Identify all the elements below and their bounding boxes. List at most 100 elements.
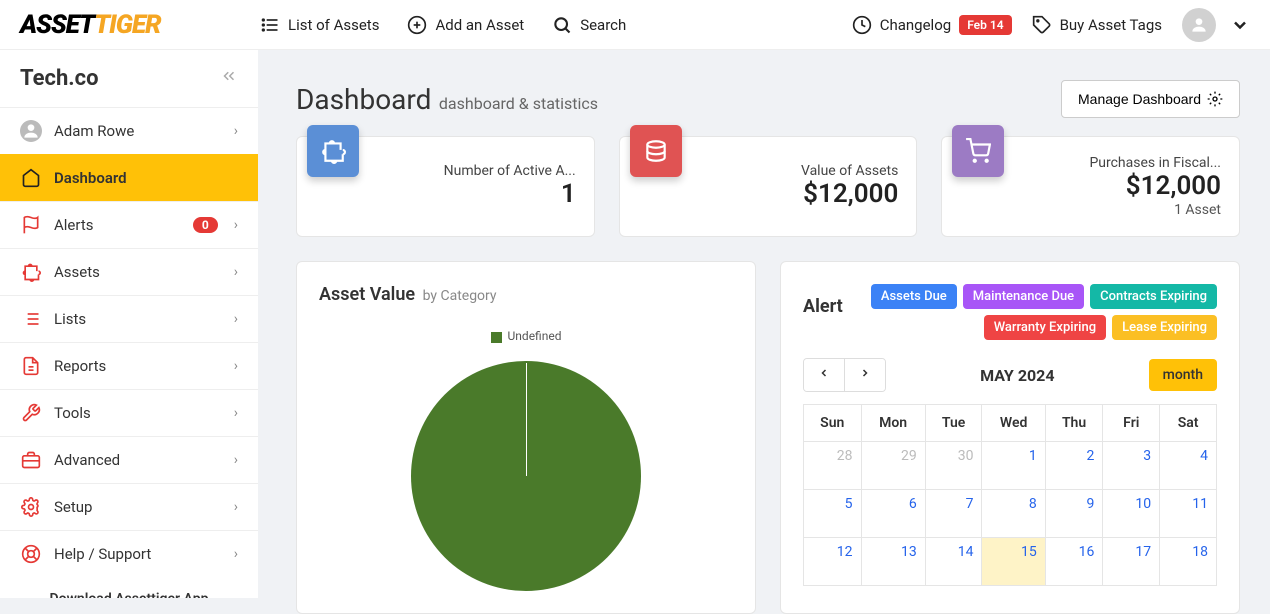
chevron-right-icon: › — [234, 499, 238, 515]
calendar-day-cell[interactable]: 17 — [1103, 538, 1160, 586]
puzzle-icon — [20, 261, 42, 283]
stat-card-active-assets[interactable]: Number of Active A... 1 — [296, 136, 595, 237]
chevron-right-icon: › — [234, 405, 238, 421]
sidebar-item-help[interactable]: Help / Support › — [0, 530, 258, 577]
calendar-day-header: Mon — [861, 405, 925, 442]
calendar-next-button[interactable] — [845, 359, 885, 391]
buy-asset-tags-link[interactable]: Buy Asset Tags — [1032, 15, 1162, 35]
tag-maintenance-due[interactable]: Maintenance Due — [963, 284, 1084, 309]
calendar-day-cell[interactable]: 29 — [861, 442, 925, 490]
stat-value: $12,000 — [803, 179, 898, 210]
chevron-right-icon: › — [234, 452, 238, 468]
pie-chart[interactable] — [411, 361, 641, 591]
page-subtitle: dashboard & statistics — [439, 94, 598, 113]
toolbox-icon — [20, 449, 42, 471]
calendar-day-cell[interactable]: 5 — [804, 490, 862, 538]
sidebar-item-assets[interactable]: Assets › — [0, 248, 258, 295]
plus-circle-icon — [407, 15, 427, 35]
chevron-right-icon: › — [234, 217, 238, 233]
calendar-day-header: Sat — [1160, 405, 1217, 442]
calendar-month-label: MAY 2024 — [886, 366, 1149, 385]
tag-warranty-expiring[interactable]: Warranty Expiring — [984, 315, 1106, 340]
changelog-link[interactable]: Changelog Feb 14 — [852, 15, 1012, 35]
calendar-day-cell[interactable]: 16 — [1045, 538, 1103, 586]
chevron-right-icon: › — [234, 123, 238, 139]
calendar-day-cell[interactable]: 1 — [982, 442, 1045, 490]
document-icon — [20, 355, 42, 377]
logo[interactable]: ASSETTIGER — [20, 10, 161, 40]
sidebar-header: Tech.co — [0, 50, 258, 107]
sidebar-item-setup[interactable]: Setup › — [0, 483, 258, 530]
main-content: Dashboard dashboard & statistics Manage … — [258, 50, 1270, 614]
calendar-day-cell[interactable]: 30 — [925, 442, 982, 490]
tag-contracts-expiring[interactable]: Contracts Expiring — [1090, 284, 1217, 309]
tag-assets-due[interactable]: Assets Due — [871, 284, 957, 309]
sidebar-item-alerts[interactable]: Alerts 0 › — [0, 201, 258, 248]
calendar-day-cell[interactable]: 6 — [861, 490, 925, 538]
calendar-day-cell[interactable]: 14 — [925, 538, 982, 586]
puzzle-icon — [307, 125, 359, 177]
add-asset-link[interactable]: Add an Asset — [407, 15, 524, 35]
stat-card-purchases[interactable]: Purchases in Fiscal... $12,000 1 Asset — [941, 136, 1240, 237]
flag-icon — [20, 214, 42, 236]
calendar-day-cell[interactable]: 11 — [1160, 490, 1217, 538]
calendar-day-cell[interactable]: 28 — [804, 442, 862, 490]
legend-swatch — [491, 332, 502, 343]
calendar-day-cell[interactable]: 3 — [1103, 442, 1160, 490]
sidebar-item-user[interactable]: Adam Rowe › — [0, 107, 258, 154]
asset-value-panel: Asset Value by Category Undefined — [296, 261, 756, 614]
chevron-right-icon: › — [234, 546, 238, 562]
calendar-day-cell[interactable]: 2 — [1045, 442, 1103, 490]
calendar-prev-button[interactable] — [804, 359, 845, 391]
search-icon — [552, 15, 572, 35]
calendar-day-cell[interactable]: 12 — [804, 538, 862, 586]
sidebar-item-lists[interactable]: Lists › — [0, 295, 258, 342]
download-app-section: Download Assettiger App GET IT ON — [0, 577, 258, 598]
sidebar-item-dashboard[interactable]: Dashboard — [0, 154, 258, 201]
calendar-day-header: Wed — [982, 405, 1045, 442]
calendar-view-button[interactable]: month — [1149, 359, 1217, 391]
stat-label: Number of Active A... — [444, 163, 576, 179]
calendar-day-header: Thu — [1045, 405, 1103, 442]
calendar-day-cell[interactable]: 10 — [1103, 490, 1160, 538]
changelog-badge: Feb 14 — [959, 15, 1011, 35]
calendar-day-cell[interactable]: 15 — [982, 538, 1045, 586]
calendar-day-header: Sun — [804, 405, 862, 442]
chevron-right-icon: › — [234, 358, 238, 374]
lifebuoy-icon — [20, 543, 42, 565]
manage-dashboard-button[interactable]: Manage Dashboard — [1061, 80, 1240, 118]
stat-value: 1 — [561, 179, 576, 210]
stat-card-value-of-assets[interactable]: Value of Assets $12,000 — [619, 136, 918, 237]
calendar-day-cell[interactable]: 4 — [1160, 442, 1217, 490]
sidebar-item-reports[interactable]: Reports › — [0, 342, 258, 389]
calendar-day-header: Tue — [925, 405, 982, 442]
list-of-assets-link[interactable]: List of Assets — [260, 15, 379, 35]
calendar-day-cell[interactable]: 13 — [861, 538, 925, 586]
avatar-icon — [1182, 8, 1216, 42]
calendar-day-cell[interactable]: 18 — [1160, 538, 1217, 586]
calendar-day-cell[interactable]: 8 — [982, 490, 1045, 538]
gear-icon — [1207, 91, 1223, 107]
calendar-day-header: Fri — [1103, 405, 1160, 442]
alert-panel-title: Alert — [803, 296, 843, 317]
tag-icon — [1032, 15, 1052, 35]
tag-lease-expiring[interactable]: Lease Expiring — [1112, 315, 1217, 340]
stat-value: $12,000 — [1126, 171, 1221, 202]
calendar-day-cell[interactable]: 9 — [1045, 490, 1103, 538]
clock-icon — [852, 15, 872, 35]
collapse-sidebar-button[interactable] — [220, 66, 238, 91]
chevron-right-icon: › — [234, 264, 238, 280]
topbar: ASSETTIGER List of Assets Add an Asset S… — [0, 0, 1270, 50]
calendar: SunMonTueWedThuFriSat 282930123456789101… — [803, 404, 1217, 586]
user-menu[interactable] — [1182, 8, 1250, 42]
stat-label: Value of Assets — [801, 163, 898, 179]
list-icon — [260, 15, 280, 35]
lists-icon — [20, 308, 42, 330]
chevron-down-icon — [1230, 15, 1250, 35]
panel-title: Asset Value — [319, 284, 415, 305]
sidebar-item-tools[interactable]: Tools › — [0, 389, 258, 436]
calendar-day-cell[interactable]: 7 — [925, 490, 982, 538]
sidebar-item-advanced[interactable]: Advanced › — [0, 436, 258, 483]
search-link[interactable]: Search — [552, 15, 626, 35]
user-avatar-icon — [20, 120, 42, 142]
